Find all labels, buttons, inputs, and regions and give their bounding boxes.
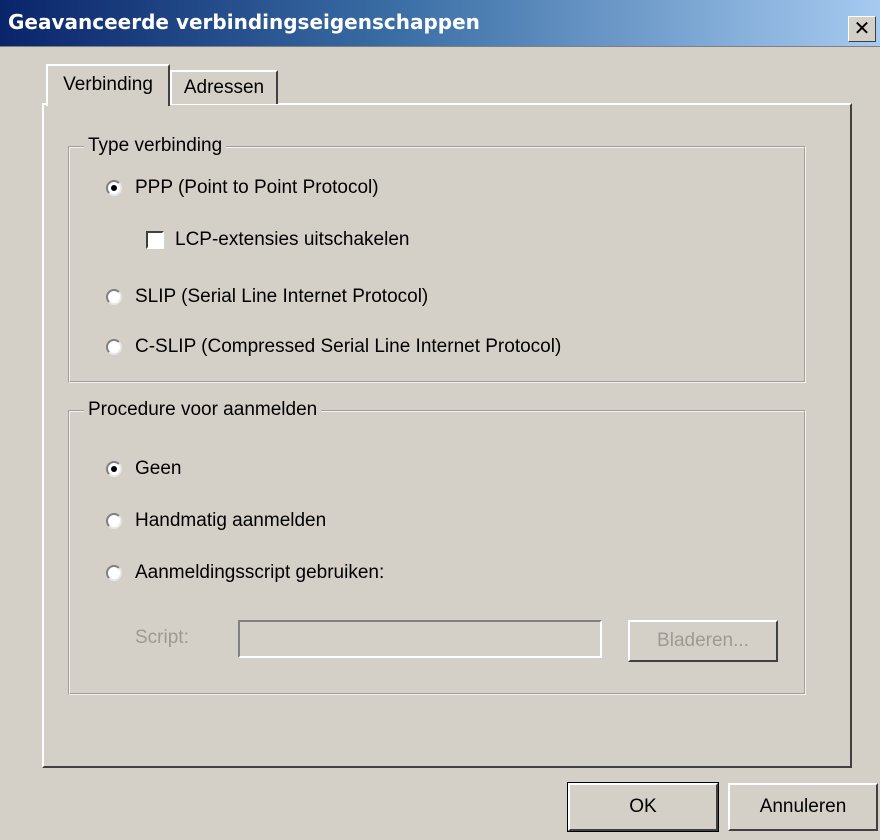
radio-manual-logon[interactable]: Handmatig aanmelden [106, 510, 326, 532]
radio-manual-logon-label: Handmatig aanmelden [135, 510, 327, 531]
radio-button-icon [106, 513, 122, 529]
connection-type-legend: Type verbinding [84, 135, 227, 157]
radio-button-icon [106, 289, 122, 305]
radio-button-icon [106, 461, 122, 477]
radio-button-icon [106, 565, 122, 581]
radio-button-icon [106, 339, 122, 355]
close-button[interactable]: ✕ [848, 16, 876, 42]
browse-button[interactable]: Bladeren... [628, 620, 778, 662]
checkbox-lcp-extensions[interactable]: LCP-extensies uitschakelen [146, 229, 409, 251]
script-input[interactable] [238, 620, 602, 658]
radio-ppp[interactable]: PPP (Point to Point Protocol) [106, 177, 379, 199]
radio-slip[interactable]: SLIP (Serial Line Internet Protocol) [106, 286, 428, 308]
radio-logon-script-label: Aanmeldingsscript gebruiken: [135, 562, 385, 583]
cancel-button[interactable]: Annuleren [728, 783, 878, 831]
checkbox-lcp-label: LCP-extensies uitschakelen [175, 229, 410, 250]
radio-cslip[interactable]: C-SLIP (Compressed Serial Line Internet … [106, 336, 561, 358]
radio-logon-script[interactable]: Aanmeldingsscript gebruiken: [106, 562, 384, 584]
radio-ppp-label: PPP (Point to Point Protocol) [135, 177, 379, 198]
radio-slip-label: SLIP (Serial Line Internet Protocol) [135, 286, 429, 307]
radio-geen[interactable]: Geen [106, 458, 181, 480]
tab-verbinding[interactable]: Verbinding [46, 64, 170, 106]
checkbox-icon [146, 231, 164, 249]
script-label: Script: [135, 627, 189, 648]
radio-button-icon [106, 180, 122, 196]
tab-adressen[interactable]: Adressen [170, 70, 278, 104]
ok-button[interactable]: OK [567, 782, 719, 832]
window-title: Geavanceerde verbindingseigenschappen [8, 10, 480, 34]
logon-procedure-legend: Procedure voor aanmelden [84, 399, 322, 421]
title-bar: Geavanceerde verbindingseigenschappen ✕ [0, 0, 880, 47]
radio-cslip-label: C-SLIP (Compressed Serial Line Internet … [135, 336, 562, 357]
close-icon: ✕ [853, 16, 871, 40]
radio-geen-label: Geen [135, 458, 182, 479]
